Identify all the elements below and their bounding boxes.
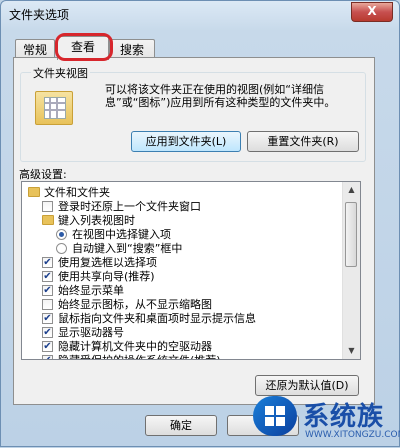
settings-row-label: 自动键入到“搜索”框中 bbox=[72, 242, 183, 255]
checkbox[interactable]: ✔ bbox=[42, 257, 53, 268]
checkbox[interactable]: ✔ bbox=[42, 327, 53, 338]
settings-row-label: 显示驱动器号 bbox=[58, 326, 124, 339]
settings-row[interactable]: 始终显示图标，从不显示缩略图 bbox=[22, 297, 342, 312]
reset-folders-button[interactable]: 重置文件夹(R) bbox=[247, 131, 359, 152]
scroll-thumb[interactable] bbox=[345, 202, 357, 267]
settings-row-label: 始终显示菜单 bbox=[58, 284, 124, 297]
apply-to-folders-button[interactable]: 应用到文件夹(L) bbox=[131, 131, 241, 152]
settings-row-label: 隐藏计算机文件夹中的空驱动器 bbox=[58, 340, 212, 353]
folder-icon bbox=[28, 187, 40, 197]
advanced-settings-items: 文件和文件夹 登录时还原上一个文件夹窗口 键入列表视图时 在视图中选择键入项 自动键入到… bbox=[22, 182, 344, 359]
watermark-logo: 系统族 WWW.XITONGZU.COM bbox=[251, 394, 400, 448]
watermark-url: WWW.XITONGZU.COM bbox=[305, 430, 400, 440]
settings-row[interactable]: ✔ 隐藏计算机文件夹中的空驱动器 bbox=[22, 339, 342, 354]
advanced-settings-list[interactable]: 文件和文件夹 登录时还原上一个文件夹窗口 键入列表视图时 在视图中选择键入项 自动键入到… bbox=[21, 181, 361, 360]
folder-view-icon bbox=[35, 91, 73, 125]
checkbox[interactable]: ✔ bbox=[42, 271, 53, 282]
window-title: 文件夹选项 bbox=[9, 8, 70, 22]
folder-view-title: 文件夹视图 bbox=[31, 65, 90, 81]
settings-row[interactable]: ✔ 始终显示菜单 bbox=[22, 283, 342, 298]
settings-row-label: 登录时还原上一个文件夹窗口 bbox=[58, 200, 201, 213]
settings-row[interactable]: 在视图中选择键入项 bbox=[22, 227, 342, 242]
settings-row-label: 在视图中选择键入项 bbox=[72, 228, 171, 241]
close-button[interactable]: X bbox=[351, 2, 393, 22]
radio-button[interactable] bbox=[56, 243, 67, 254]
settings-row: 文件和文件夹 bbox=[22, 185, 342, 200]
title-bar[interactable]: 文件夹选项 X bbox=[1, 1, 399, 27]
settings-row[interactable]: ✔ 使用复选框以选择项 bbox=[22, 255, 342, 270]
scroll-down-arrow-icon[interactable]: ▼ bbox=[345, 344, 358, 358]
checkbox[interactable]: ✔ bbox=[42, 355, 53, 359]
settings-row: 键入列表视图时 bbox=[22, 213, 342, 228]
checkbox[interactable] bbox=[42, 201, 53, 212]
settings-row[interactable]: ✔ 隐藏受保护的操作系统文件(推荐) bbox=[22, 353, 342, 359]
folder-view-description: 可以将该文件夹正在使用的视图(例如“详细信息”或“图标”)应用到所有这种类型的文… bbox=[105, 83, 336, 109]
folder-icon bbox=[42, 215, 54, 225]
watermark-brand: 系统族 bbox=[303, 402, 385, 432]
settings-row[interactable]: ✔ 鼠标指向文件夹和桌面项时显示提示信息 bbox=[22, 311, 342, 326]
radio-button[interactable] bbox=[56, 229, 67, 240]
highlight-annotation bbox=[55, 33, 113, 61]
settings-row-label: 隐藏受保护的操作系统文件(推荐) bbox=[58, 353, 221, 359]
checkbox[interactable] bbox=[42, 299, 53, 310]
checkbox[interactable]: ✔ bbox=[42, 313, 53, 324]
scrollbar[interactable]: ▲ ▼ bbox=[342, 182, 360, 359]
scroll-up-arrow-icon[interactable]: ▲ bbox=[345, 183, 358, 197]
settings-row[interactable]: ✔ 使用共享向导(推荐) bbox=[22, 269, 342, 284]
folder-view-group: 文件夹视图 可以将该文件夹正在使用的视图(例如“详细信息”或“图标”)应用到所有… bbox=[20, 65, 366, 162]
settings-row[interactable]: 自动键入到“搜索”框中 bbox=[22, 241, 342, 256]
settings-row-label: 键入列表视图时 bbox=[58, 214, 135, 227]
settings-row-label: 使用共享向导(推荐) bbox=[58, 270, 155, 283]
settings-row-label: 始终显示图标，从不显示缩略图 bbox=[58, 298, 212, 311]
settings-row[interactable]: ✔ 显示驱动器号 bbox=[22, 325, 342, 340]
restore-defaults-button[interactable]: 还原为默认值(D) bbox=[255, 375, 359, 396]
settings-row-label: 文件和文件夹 bbox=[44, 186, 110, 199]
folder-options-window: 文件夹选项 X 常规 查看 搜索 文件夹视图 可以将该文件夹正在使用的视图(例如… bbox=[0, 0, 400, 447]
checkbox[interactable]: ✔ bbox=[42, 285, 53, 296]
windows-logo-icon bbox=[253, 396, 297, 436]
advanced-settings-label: 高级设置: bbox=[19, 168, 67, 181]
ok-button[interactable]: 确定 bbox=[145, 415, 217, 436]
checkbox[interactable]: ✔ bbox=[42, 341, 53, 352]
settings-row-label: 鼠标指向文件夹和桌面项时显示提示信息 bbox=[58, 312, 256, 325]
settings-row-label: 使用复选框以选择项 bbox=[58, 256, 157, 269]
settings-row[interactable]: 登录时还原上一个文件夹窗口 bbox=[22, 199, 342, 214]
